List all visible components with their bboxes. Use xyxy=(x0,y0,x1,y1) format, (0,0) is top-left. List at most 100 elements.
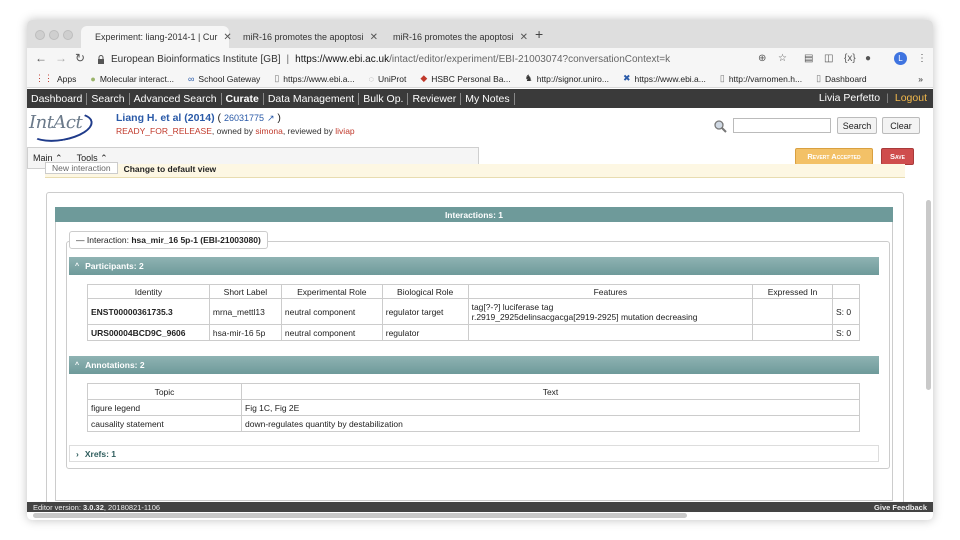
more-menu-icon[interactable]: ⋮ xyxy=(917,53,927,64)
intact-logo[interactable]: IntAct xyxy=(29,112,83,133)
owner-link[interactable]: simona xyxy=(255,126,282,136)
nav-curate[interactable]: Curate xyxy=(222,92,264,105)
participants-table: Identity Short Label Experimental Role B… xyxy=(87,284,860,341)
dark-extension-icon[interactable]: ● xyxy=(865,53,871,64)
close-tab-icon[interactable]: ✕ xyxy=(520,32,528,43)
column-header: Text xyxy=(241,383,860,400)
pubmed-link[interactable]: 26031775 xyxy=(224,113,264,123)
bookmark-school[interactable]: ∞ School Gateway xyxy=(188,74,260,84)
url-host: https://www.ebi.ac.uk xyxy=(295,53,390,65)
interaction-link[interactable]: hsa_mir_16 5p-1 (EBI-21003080) xyxy=(131,235,260,245)
profile-avatar[interactable]: L xyxy=(894,52,907,65)
external-link-icon[interactable]: ↗ xyxy=(267,113,275,123)
interaction-fieldset xyxy=(66,241,890,469)
tab-title: Experiment: liang-2014-1 | Cur xyxy=(95,32,218,42)
interaction-actions: New interaction Change to default view xyxy=(45,161,905,178)
back-arrow-icon[interactable]: ← xyxy=(35,51,47,65)
bookmark-ebi-1[interactable]: ▯ https://www.ebi.a... xyxy=(274,73,354,84)
participant-exp-role: neutral component xyxy=(280,298,383,325)
nav-dashboard[interactable]: Dashboard xyxy=(27,92,88,105)
annotation-text: down-regulates quantity by destabilizati… xyxy=(241,415,860,432)
bookmark-dashboard[interactable]: ▯ Dashboard xyxy=(816,73,867,84)
give-feedback-link[interactable]: Give Feedback xyxy=(874,503,927,512)
nav-my-notes[interactable]: My Notes xyxy=(461,92,515,105)
zoom-window-icon[interactable] xyxy=(63,30,73,40)
browser-tab-1[interactable]: Experiment: liang-2014-1 | Cur ✕ xyxy=(81,26,232,48)
nav-data-management[interactable]: Data Management xyxy=(264,92,360,105)
bookmark-molecular[interactable]: ● Molecular interact... xyxy=(90,74,174,84)
nav-reviewer[interactable]: Reviewer xyxy=(408,92,462,105)
current-user[interactable]: Livia Perfetto xyxy=(819,92,880,104)
tab-title: miR-16 promotes the apoptosi xyxy=(393,32,514,42)
clear-button[interactable]: Clear xyxy=(882,117,920,134)
nav-bulk-op[interactable]: Bulk Op. xyxy=(359,92,409,105)
close-window-icon[interactable] xyxy=(35,30,45,40)
annotations-table: Topic Text figure legend Fig 1C, Fig 2E … xyxy=(87,383,860,432)
nav-search[interactable]: Search xyxy=(87,92,130,105)
address-bar-row: ← → ↻ European Bioinformatics Institute … xyxy=(27,48,933,70)
status-badge: READY_FOR_RELEASE xyxy=(116,126,212,136)
forward-arrow-icon[interactable]: → xyxy=(55,51,67,65)
change-view-link[interactable]: Change to default view xyxy=(124,164,217,174)
logout-link[interactable]: Logout xyxy=(895,92,927,104)
hsbc-icon: ◆ xyxy=(420,73,428,83)
address-separator: | xyxy=(286,53,290,65)
chevron-up-icon: ^ xyxy=(75,262,80,270)
participants-header[interactable]: ^ Participants: 2 xyxy=(69,257,879,275)
xrefs-header[interactable]: › Xrefs: 1 xyxy=(69,445,879,462)
link-icon: ∞ xyxy=(187,73,195,84)
column-header: Short Label xyxy=(208,284,282,299)
page-icon: ▯ xyxy=(719,73,725,83)
participant-features: tag[?-?] luciferase tag r.2919_2925delins… xyxy=(467,298,754,325)
annotations-header[interactable]: ^ Annotations: 2 xyxy=(69,356,879,374)
search-input[interactable] xyxy=(733,118,831,133)
save-button[interactable]: Save xyxy=(881,148,914,165)
bookmark-ebi-2[interactable]: ✖ https://www.ebi.a... xyxy=(623,73,706,84)
reader-icon[interactable]: ▤ xyxy=(804,53,813,64)
page-header: IntAct Liang H. et al (2014) ( 26031775 … xyxy=(27,107,933,147)
nav-advanced-search[interactable]: Advanced Search xyxy=(130,92,222,105)
reload-icon[interactable]: ↻ xyxy=(75,51,85,65)
participant-features xyxy=(467,324,754,341)
minimize-window-icon[interactable] xyxy=(49,30,59,40)
bookmark-signor[interactable]: ♞ http://signor.uniro... xyxy=(525,73,609,84)
column-header: Experimental Role xyxy=(280,284,383,299)
bookmark-hsbc[interactable]: ◆ HSBC Personal Ba... xyxy=(420,73,510,84)
extension-icon[interactable]: ◫ xyxy=(824,53,833,64)
annotation-topic: figure legend xyxy=(87,399,242,416)
address-bar[interactable]: European Bioinformatics Institute [GB] |… xyxy=(97,50,787,68)
search-icon xyxy=(714,120,727,133)
participant-identity[interactable]: ENST00000361735.3 xyxy=(87,298,210,325)
bookmark-uniprot[interactable]: ◌ UniProt xyxy=(369,74,407,84)
table-row[interactable]: causality statement down-regulates quant… xyxy=(87,415,860,432)
table-row[interactable]: figure legend Fig 1C, Fig 2E xyxy=(87,399,860,416)
horizontal-scrollbar[interactable] xyxy=(33,513,687,518)
uniprot-icon: ◌ xyxy=(368,73,374,84)
ebi-icon: ✖ xyxy=(622,73,631,83)
browser-tab-2[interactable]: miR-16 promotes the apoptosi ✕ xyxy=(229,26,379,48)
new-tab-button[interactable]: + xyxy=(535,26,543,42)
vertical-scrollbar[interactable] xyxy=(926,200,931,390)
search-button[interactable]: Search xyxy=(837,117,877,134)
close-tab-icon[interactable]: ✕ xyxy=(370,32,378,43)
bookmarks-overflow[interactable]: » xyxy=(918,74,923,84)
main-nav: Dashboard Search Advanced Search Curate … xyxy=(27,89,933,108)
page-icon: ▯ xyxy=(274,73,280,83)
browser-tab-3[interactable]: miR-16 promotes the apoptosi ✕ xyxy=(379,26,529,48)
bookmark-star-icon[interactable]: ☆ xyxy=(778,53,787,64)
collapse-icon[interactable]: — xyxy=(76,235,85,245)
participant-identity[interactable]: URS00004BCD9C_9606 xyxy=(87,324,210,341)
reviewer-link[interactable]: liviap xyxy=(335,126,354,136)
code-extension-icon[interactable]: {x} xyxy=(844,53,856,64)
revert-accepted-button[interactable]: Revert Accepted xyxy=(795,148,873,165)
participant-expressed-in xyxy=(752,298,833,325)
zoom-icon[interactable]: ⊕ xyxy=(758,53,766,64)
table-row[interactable]: ENST00000361735.3 mrna_mettl13 neutral c… xyxy=(87,298,860,325)
bookmark-varnomen[interactable]: ▯ http://varnomen.h... xyxy=(720,73,802,84)
bookmark-apps[interactable]: ⋮⋮ Apps xyxy=(35,73,76,84)
publication-title[interactable]: Liang H. et al (2014) xyxy=(116,112,215,124)
annotation-topic: causality statement xyxy=(87,415,242,432)
chevron-up-icon: ^ xyxy=(75,361,80,369)
new-interaction-button[interactable]: New interaction xyxy=(45,161,118,174)
table-row[interactable]: URS00004BCD9C_9606 hsa-mir-16 5p neutral… xyxy=(87,324,860,341)
